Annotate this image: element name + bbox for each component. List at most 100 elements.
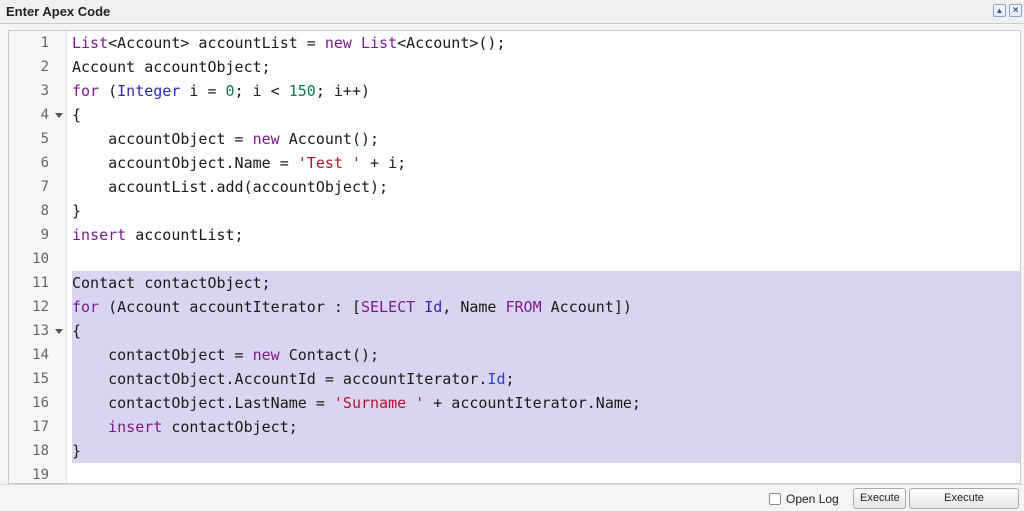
code-line[interactable]: for (Account accountIterator : [SELECT I… (72, 295, 1020, 319)
code-token: new (324, 34, 352, 52)
code-token: Contact contactObject; (72, 274, 271, 292)
open-log-checkbox[interactable] (769, 493, 781, 505)
code-line[interactable]: insert contactObject; (72, 415, 1020, 439)
line-number: 7 (40, 179, 49, 195)
code-token: Account]) (541, 298, 632, 316)
code-token: 150 (288, 82, 316, 100)
code-token: } (72, 202, 82, 220)
code-line[interactable]: Contact contactObject; (72, 271, 1020, 295)
line-number-gutter: 1 2 3 4 5 6 7 8 9 10 11 12 13 14 15 16 17 18 19 (9, 31, 67, 483)
line-number: 13 (32, 323, 49, 339)
open-log-label[interactable]: Open Log (786, 491, 839, 507)
code-token: { (72, 106, 82, 124)
code-line[interactable]: contactObject.AccountId = accountIterato… (72, 367, 1020, 391)
code-line[interactable]: } (72, 199, 1020, 223)
editor-frame: 1 2 3 4 5 6 7 8 9 10 11 12 13 14 15 16 17 18 19 List<Accou… (0, 24, 1024, 484)
code-token: ; i < (234, 82, 289, 100)
code-line[interactable]: contactObject.LastName = 'Surname ' + ac… (72, 391, 1020, 415)
line-number: 1 (40, 35, 49, 51)
panel-title: Enter Apex Code (6, 4, 111, 19)
code-token: List (72, 34, 109, 52)
code-token: ; (505, 370, 515, 388)
code-line[interactable]: accountList.add(accountObject); (72, 175, 1020, 199)
line-number: 9 (40, 227, 49, 243)
close-button[interactable]: × (1009, 4, 1022, 17)
code-token: insert (108, 418, 163, 436)
collapse-button[interactable]: ▲ (993, 4, 1006, 17)
line-number: 12 (32, 299, 49, 315)
code-line[interactable] (72, 463, 1020, 483)
code-token: insert (72, 226, 127, 244)
line-number: 14 (32, 347, 49, 363)
code-line[interactable]: insert accountList; (72, 223, 1020, 247)
close-icon: × (1012, 4, 1019, 16)
code-token: contactObject = (72, 346, 253, 364)
code-line[interactable]: { (72, 319, 1020, 343)
line-number: 3 (40, 83, 49, 99)
line-number: 5 (40, 131, 49, 147)
code-token: new (252, 130, 280, 148)
code-token: (Account accountIterator : [ (99, 298, 361, 316)
code-token: 0 (225, 82, 235, 100)
code-token: new (252, 346, 280, 364)
code-token: + accountIterator.Name; (424, 394, 641, 412)
code-line[interactable]: Account accountObject; (72, 55, 1020, 79)
code-token: accountObject = (72, 130, 253, 148)
code-token: Integer (117, 82, 181, 100)
line-number: 18 (32, 443, 49, 459)
code-line[interactable]: List<Account> accountList = new List<Acc… (72, 31, 1020, 55)
code-token: contactObject.AccountId = accountIterato… (72, 370, 488, 388)
code-token: for (72, 298, 100, 316)
line-number: 4 (40, 107, 49, 123)
code-token: List (351, 34, 398, 52)
code-token: <Account> accountList = (108, 34, 325, 52)
code-token: Contact(); (279, 346, 380, 364)
code-token: Account(); (279, 130, 380, 148)
line-number: 15 (32, 371, 49, 387)
code-line[interactable]: accountObject.Name = 'Test ' + i; (72, 151, 1020, 175)
line-number: 16 (32, 395, 49, 411)
code-line[interactable]: } (72, 439, 1020, 463)
code-line[interactable]: for (Integer i = 0; i < 150; i++) (72, 79, 1020, 103)
fold-toggle-icon[interactable] (55, 113, 63, 118)
line-number: 11 (32, 275, 49, 291)
code-line[interactable] (72, 247, 1020, 271)
code-area[interactable]: List<Account> accountList = new List<Acc… (72, 31, 1020, 483)
triangle-up-icon: ▲ (995, 5, 1004, 15)
code-token: { (72, 322, 82, 340)
code-token: FROM (505, 298, 542, 316)
code-token: accountList.add(accountObject); (72, 178, 389, 196)
code-line[interactable]: accountObject = new Account(); (72, 127, 1020, 151)
code-token: , Name (442, 298, 506, 316)
code-token: <Account>(); (397, 34, 506, 52)
code-token: Id (487, 370, 506, 388)
code-line[interactable]: { (72, 103, 1020, 127)
code-token: + i; (361, 154, 407, 172)
code-token: Account accountObject; (72, 58, 271, 76)
code-token: contactObject.LastName = (72, 394, 334, 412)
line-number: 19 (32, 467, 49, 483)
line-number: 17 (32, 419, 49, 435)
code-editor[interactable]: 1 2 3 4 5 6 7 8 9 10 11 12 13 14 15 16 17 18 19 List<Accou… (8, 30, 1021, 484)
panel-header: Enter Apex Code ▲ × (0, 0, 1024, 24)
execute-highlighted-button[interactable]: Execute Highlighted (909, 488, 1019, 509)
editor-footer: Open Log Execute Execute Highlighted (0, 484, 1024, 511)
code-token: i = (180, 82, 226, 100)
code-token: Id (424, 298, 443, 316)
line-number: 6 (40, 155, 49, 171)
code-token: accountList; (126, 226, 244, 244)
code-token: for (72, 82, 100, 100)
execute-button[interactable]: Execute (853, 488, 906, 509)
code-token: accountObject.Name = (72, 154, 298, 172)
line-number: 10 (32, 251, 49, 267)
fold-toggle-icon[interactable] (55, 329, 63, 334)
code-token: SELECT (361, 298, 416, 316)
code-token: 'Test ' (297, 154, 361, 172)
code-token: contactObject; (162, 418, 298, 436)
code-token: ( (99, 82, 118, 100)
code-line[interactable]: contactObject = new Contact(); (72, 343, 1020, 367)
line-number: 8 (40, 203, 49, 219)
code-token: } (72, 442, 82, 460)
